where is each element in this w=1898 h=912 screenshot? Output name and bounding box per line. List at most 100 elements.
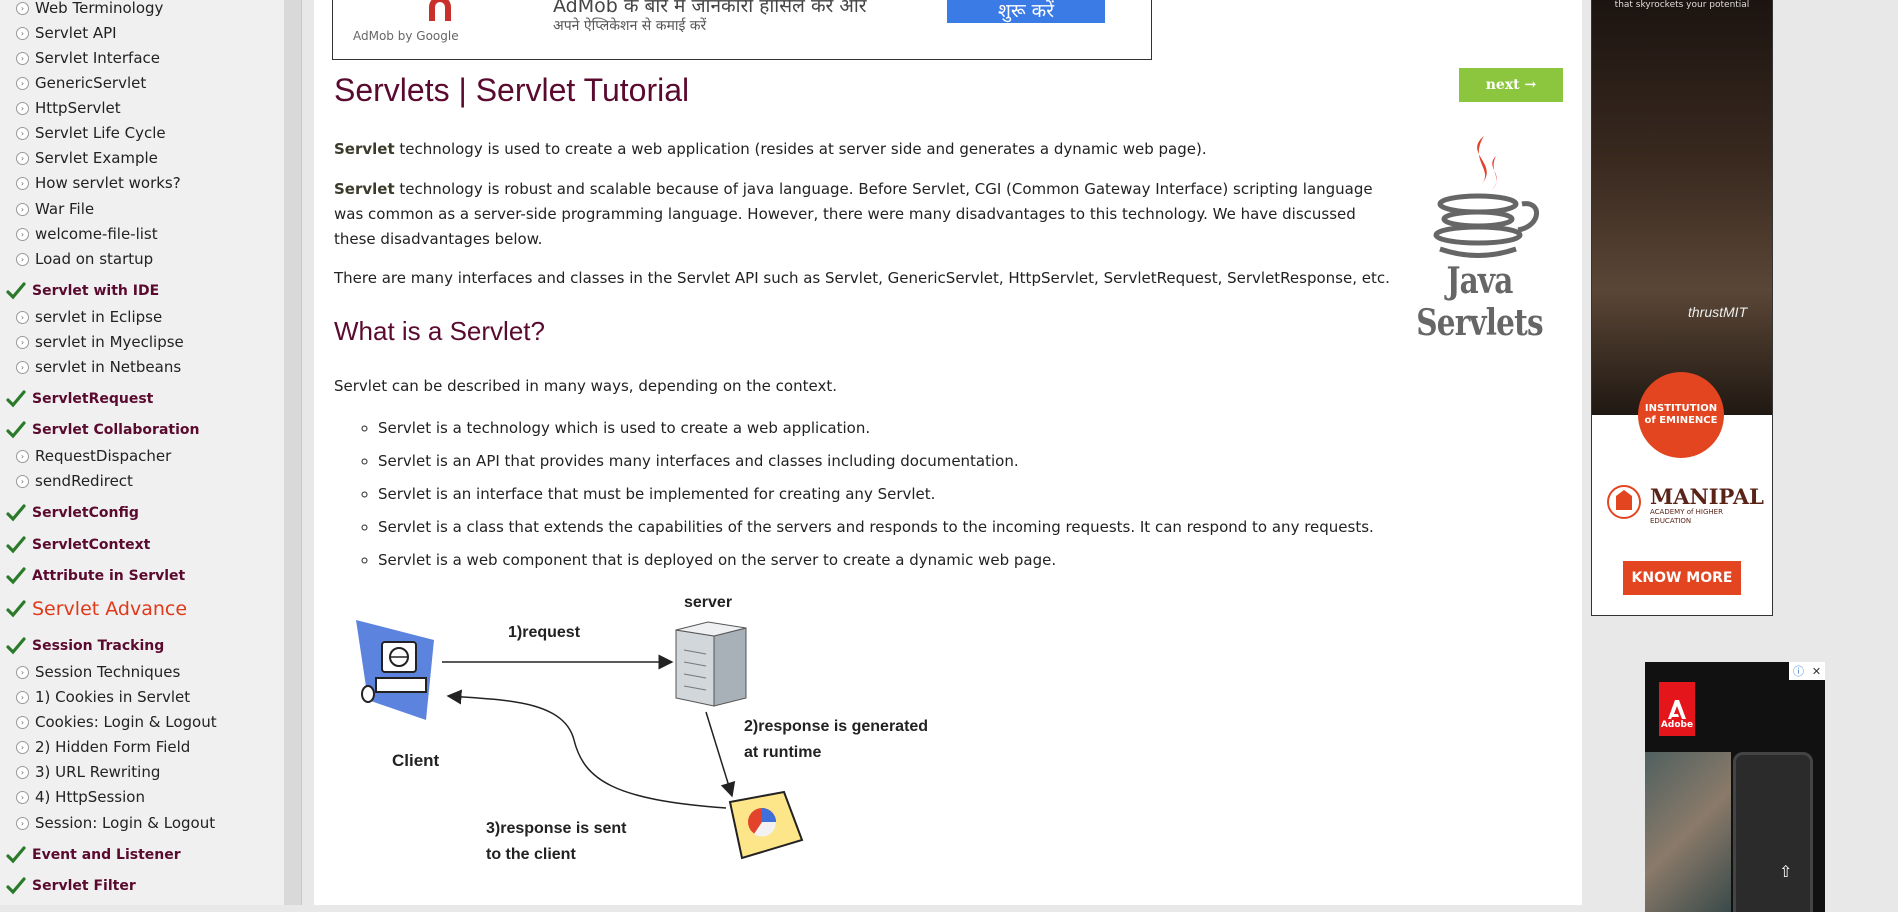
checkmark-icon xyxy=(6,389,26,409)
sidebar-item-label: 4) HttpSession xyxy=(35,788,145,806)
bullet-arrow-icon: › xyxy=(16,51,29,65)
sidebar-item-label: welcome-file-list xyxy=(35,225,158,243)
sidebar-item[interactable]: › servlet in Eclipse xyxy=(16,305,162,329)
sidebar-item[interactable]: Session Tracking xyxy=(6,634,164,658)
response-generated-line1: 2)response is generated xyxy=(744,718,929,735)
document-chart-icon xyxy=(728,790,804,860)
sidebar-item-label: Cookies: Login & Logout xyxy=(35,713,217,731)
sidebar-item[interactable]: › Servlet Life Cycle xyxy=(16,121,166,145)
next-button[interactable]: next → xyxy=(1459,68,1563,102)
sidebar-item[interactable]: Servlet Filter xyxy=(6,874,136,898)
sidebar-item[interactable]: Servlet Advance xyxy=(6,597,187,621)
sidebar-item-label: Servlet Advance xyxy=(32,598,188,620)
sidebar-item-label: HttpServlet xyxy=(35,99,121,117)
sidebar-item-label: Session: Login & Logout xyxy=(35,814,216,832)
bullet-arrow-icon: › xyxy=(16,151,29,165)
definition-list: Servlet is a technology which is used to… xyxy=(358,412,1458,577)
sidebar-item[interactable]: Attribute in Servlet xyxy=(6,564,185,588)
sidebar-item[interactable]: Servlet Collaboration xyxy=(6,418,199,442)
sidebar-item[interactable]: ServletContext xyxy=(6,533,150,557)
adobe-ad[interactable]: Adobe ⓘ ✕ ⇧ xyxy=(1645,662,1825,912)
sidebar-item[interactable]: ServletConfig xyxy=(6,501,139,525)
sidebar-item[interactable]: › 1) Cookies in Servlet xyxy=(16,685,190,709)
sidebar-item-label: sendRedirect xyxy=(35,472,133,490)
thrust-label: thrustMIT xyxy=(1688,304,1748,320)
sidebar-item-label: GenericServlet xyxy=(35,74,147,92)
sidebar-item[interactable]: › War File xyxy=(16,197,94,221)
know-more-button[interactable]: KNOW MORE xyxy=(1623,561,1741,595)
bullet-arrow-icon: › xyxy=(16,26,29,40)
sidebar-item[interactable]: › servlet in Myeclipse xyxy=(16,330,184,354)
sidebar-item[interactable]: › Servlet API xyxy=(16,21,117,45)
close-ad-icon[interactable]: ✕ xyxy=(1812,665,1821,678)
sidebar-item[interactable]: › RequestDispacher xyxy=(16,444,171,468)
response-sent-line2: to the client xyxy=(486,846,576,863)
sidebar-item[interactable]: › Cookies: Login & Logout xyxy=(16,710,217,734)
bullet-arrow-icon: › xyxy=(16,740,29,754)
sidebar-item[interactable]: Event and Listener xyxy=(6,843,181,867)
sidebar-item[interactable]: › Servlet Example xyxy=(16,146,158,170)
sidebar-item[interactable]: › GenericServlet xyxy=(16,71,146,95)
sidebar-item[interactable]: › Session Techniques xyxy=(16,660,180,684)
sidebar-item-label: Servlet Collaboration xyxy=(32,422,200,438)
sidebar-item[interactable]: › Web Terminology xyxy=(16,0,163,20)
sidebar-item[interactable]: › HttpServlet xyxy=(16,96,121,120)
bullet-arrow-icon: › xyxy=(16,715,29,729)
bullet-arrow-icon: › xyxy=(16,474,29,488)
checkmark-icon xyxy=(6,845,26,865)
server-label: server xyxy=(684,594,733,611)
sidebar-item[interactable]: Servlet with IDE xyxy=(6,279,159,303)
sidebar-item[interactable]: › Load on startup xyxy=(16,247,153,271)
top-banner-ad[interactable]: AdMob by Google AdMob के बारे में जानकार… xyxy=(332,0,1152,60)
bullet-arrow-icon: › xyxy=(16,202,29,216)
sidebar-item-label: Servlet Interface xyxy=(35,49,160,67)
sidebar-item-label: Servlet with IDE xyxy=(32,283,160,299)
sidebar-item[interactable]: › Session: Login & Logout xyxy=(16,811,215,835)
sidebar-item-label: RequestDispacher xyxy=(35,447,172,465)
keyword-servlet: Servlet xyxy=(334,180,395,198)
bullet-arrow-icon: › xyxy=(16,335,29,349)
bullet-arrow-icon: › xyxy=(16,449,29,463)
sidebar-item[interactable]: › How servlet works? xyxy=(16,171,181,195)
adchoices-info-icon[interactable]: ⓘ xyxy=(1793,663,1804,679)
response-arrow xyxy=(446,689,727,809)
sidebar-item-label: Event and Listener xyxy=(32,847,181,863)
eminence-badge: INSTITUTION of EMINENCE xyxy=(1638,372,1724,458)
admob-label: AdMob by Google xyxy=(353,29,459,43)
java-servlets-logo: Java Servlets xyxy=(1392,134,1567,344)
sidebar-item[interactable]: › 4) HttpSession xyxy=(16,785,145,809)
sidebar-item[interactable]: › welcome-file-list xyxy=(16,222,158,246)
phone-icon xyxy=(1733,752,1813,912)
checkmark-icon xyxy=(6,503,26,523)
bullet-arrow-icon: › xyxy=(16,665,29,679)
adobe-logo-text: Adobe xyxy=(1660,720,1694,730)
checkmark-icon xyxy=(6,876,26,896)
ad-start-button[interactable]: शुरू करें xyxy=(947,0,1105,23)
server-icon xyxy=(675,621,747,707)
client-computer-icon xyxy=(356,620,434,720)
response-generated-label: 2)response is generated at runtime xyxy=(744,714,928,766)
sidebar-nav: › Web Terminology › Servlet API › Servlet Int… xyxy=(0,0,285,905)
sidebar-item[interactable]: › sendRedirect xyxy=(16,469,133,493)
manipal-brand: MANIPAL xyxy=(1650,484,1764,509)
checkmark-icon xyxy=(6,535,26,555)
scroll-up-icon[interactable]: ⇧ xyxy=(1779,862,1792,881)
client-label: Client xyxy=(392,751,440,770)
section-title: What is a Servlet? xyxy=(334,316,545,346)
sidebar-item-label: servlet in Myeclipse xyxy=(35,333,184,351)
sidebar-item-label: Session Tracking xyxy=(32,638,165,654)
sidebar-item[interactable]: › 3) URL Rewriting xyxy=(16,760,160,784)
paragraph-text: technology is robust and scalable becaus… xyxy=(334,180,1373,248)
sidebar-scrollbar[interactable] xyxy=(284,0,302,905)
sidebar-item[interactable]: ServletRequest xyxy=(6,387,153,411)
sidebar-item[interactable]: › servlet in Netbeans xyxy=(16,355,181,379)
checkmark-icon xyxy=(6,599,26,619)
sidebar-item[interactable]: › Servlet Interface xyxy=(16,46,160,70)
sidebar-item-label: ServletContext xyxy=(32,537,151,553)
sidebar-item[interactable]: › 2) Hidden Form Field xyxy=(16,735,190,759)
sidebar-item-label: 1) Cookies in Servlet xyxy=(35,688,191,706)
adchoices-controls[interactable]: ⓘ ✕ xyxy=(1789,662,1825,680)
generate-arrow xyxy=(705,711,736,798)
manipal-ad[interactable]: that skyrockets your potential thrustMIT… xyxy=(1591,0,1773,616)
sidebar-item-label: ServletConfig xyxy=(32,505,139,521)
